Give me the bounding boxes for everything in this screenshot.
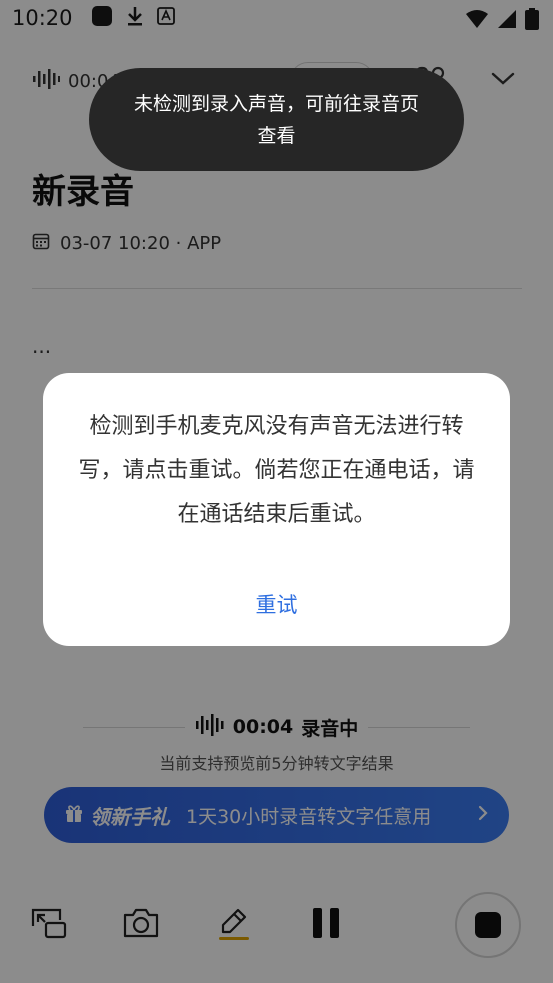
toast-message: 未检测到录入声音，可前往录音页查看: [133, 92, 419, 147]
dialog-message: 检测到手机麦克风没有声音无法进行转写，请点击重试。倘若您正在通电话，请在通话结束…: [78, 414, 475, 527]
toast: 未检测到录入声音，可前往录音页查看: [89, 68, 464, 171]
retry-button[interactable]: 重试: [43, 589, 510, 619]
microphone-alert-dialog: 检测到手机麦克风没有声音无法进行转写，请点击重试。倘若您正在通电话，请在通话结束…: [43, 373, 510, 646]
